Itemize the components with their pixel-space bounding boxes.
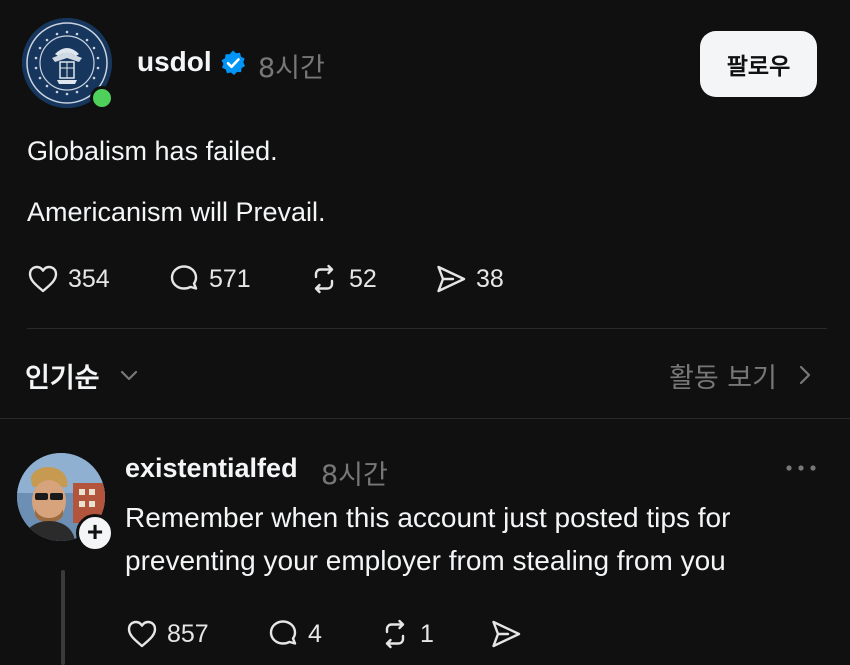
more-icon[interactable]	[783, 458, 819, 478]
comment-icon	[269, 620, 297, 645]
reply-repost-button[interactable]: 1	[378, 617, 434, 651]
plus-icon[interactable]: +	[76, 514, 114, 552]
share-icon	[437, 265, 466, 293]
chevron-right-icon[interactable]	[795, 362, 815, 388]
follow-button[interactable]: 팔로우	[700, 31, 817, 97]
like-button[interactable]: 354	[26, 262, 110, 296]
reply-text-line-2: preventing your employer from stealing f…	[125, 545, 726, 576]
divider	[0, 418, 850, 419]
comment-icon	[170, 265, 198, 290]
post-text-line-2: Americanism will Prevail.	[27, 197, 326, 227]
repost-icon	[385, 619, 405, 649]
reply-share-button[interactable]	[489, 617, 531, 651]
comment-count: 571	[209, 264, 251, 293]
reply-comment-count: 4	[308, 619, 322, 648]
repost-count: 52	[349, 264, 377, 293]
thread-line	[61, 570, 65, 665]
reply-like-count: 857	[167, 619, 209, 648]
share-icon	[492, 620, 521, 648]
reply-repost-count: 1	[420, 619, 434, 648]
online-status-dot	[90, 86, 114, 110]
sort-selector[interactable]: 인기순	[25, 356, 100, 395]
like-count: 354	[68, 264, 110, 293]
divider	[27, 328, 827, 329]
author-username[interactable]: usdol	[137, 46, 212, 78]
share-button[interactable]: 38	[434, 262, 504, 296]
heart-icon	[28, 265, 58, 293]
reply-text-line-1: Remember when this account just posted t…	[125, 502, 731, 533]
reply-like-button[interactable]: 857	[125, 617, 209, 651]
verified-badge-icon	[221, 50, 245, 75]
heart-icon	[127, 620, 157, 648]
comment-button[interactable]: 571	[167, 262, 251, 296]
reply-time: 8시간	[321, 460, 388, 491]
repost-button[interactable]: 52	[307, 262, 377, 296]
post-time: 8시간	[258, 53, 325, 84]
reply-username[interactable]: existentialfed	[125, 453, 298, 484]
chevron-down-icon[interactable]	[117, 363, 141, 387]
post-text-line-1: Globalism has failed.	[27, 136, 278, 166]
view-activity-link[interactable]: 활동 보기	[669, 356, 777, 395]
repost-icon	[314, 264, 334, 294]
reply-comment-button[interactable]: 4	[266, 617, 322, 651]
share-count: 38	[476, 264, 504, 293]
